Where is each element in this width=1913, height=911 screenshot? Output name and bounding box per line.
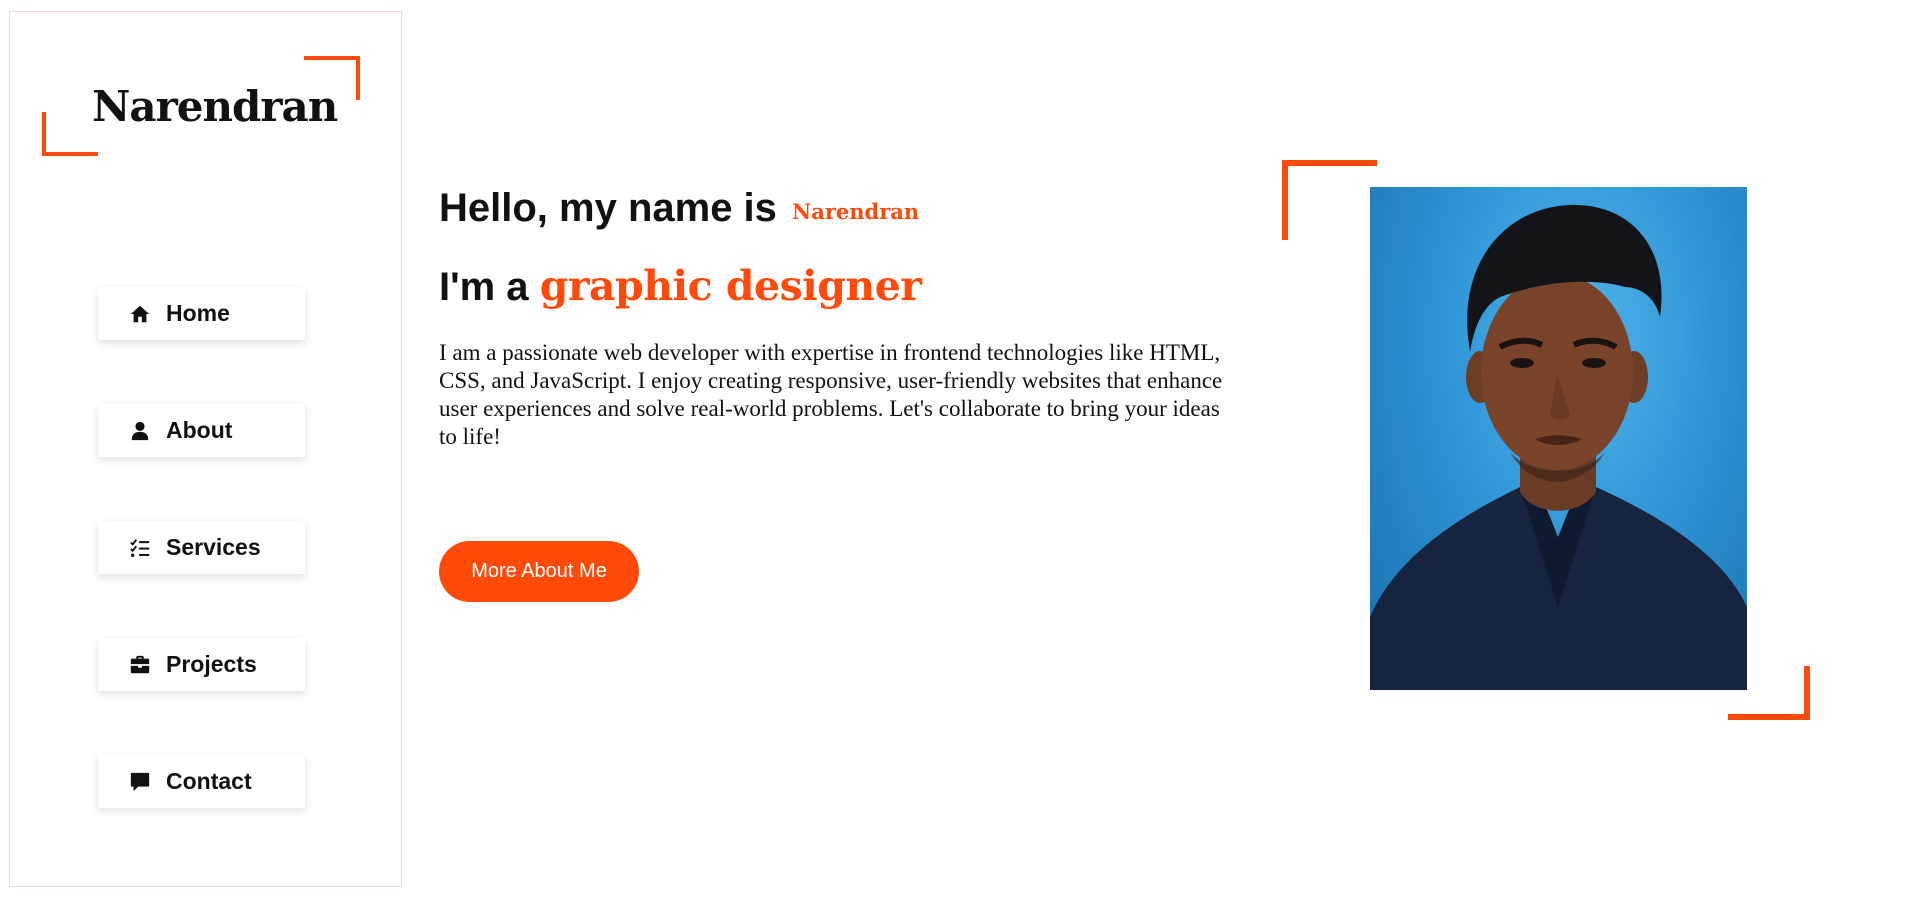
logo[interactable]: Narendran (42, 56, 362, 166)
nav-item-home[interactable]: Home (98, 287, 305, 340)
nav-item-label: Projects (166, 651, 257, 677)
comment-icon (128, 770, 152, 794)
nav-item-services[interactable]: Services (98, 521, 305, 574)
user-icon (128, 419, 152, 443)
bio-paragraph: I am a passionate web developer with exp… (439, 340, 1223, 449)
portrait-corner-decoration (1282, 160, 1377, 240)
more-about-me-button[interactable]: More About Me (439, 541, 639, 602)
logo-text[interactable]: Narendran (92, 82, 338, 131)
logo-corner-decoration (42, 112, 98, 156)
role-heading: I'm a graphic designer (439, 262, 922, 310)
role-prefix: I'm a (439, 265, 529, 309)
home-icon (128, 302, 152, 326)
profile-photo (1370, 187, 1747, 690)
list-check-icon (128, 536, 152, 560)
nav-item-about[interactable]: About (98, 404, 305, 457)
sidebar-nav: Home About Services Projects Contact (98, 287, 308, 872)
nav-item-label: Services (166, 534, 261, 560)
greeting-text: Hello, my name is (439, 186, 777, 230)
greeting-heading: Hello, my name is Narendran (439, 186, 919, 231)
greeting-name: Narendran (792, 199, 920, 224)
role-title: graphic designer (539, 262, 922, 310)
nav-item-contact[interactable]: Contact (98, 755, 305, 808)
nav-item-projects[interactable]: Projects (98, 638, 305, 691)
briefcase-icon (128, 653, 152, 677)
sidebar: Narendran Home About Services Projects C… (9, 11, 402, 887)
nav-item-label: Home (166, 300, 230, 326)
nav-item-label: Contact (166, 768, 252, 794)
nav-item-label: About (166, 417, 233, 443)
portrait-corner-decoration (1728, 666, 1810, 720)
